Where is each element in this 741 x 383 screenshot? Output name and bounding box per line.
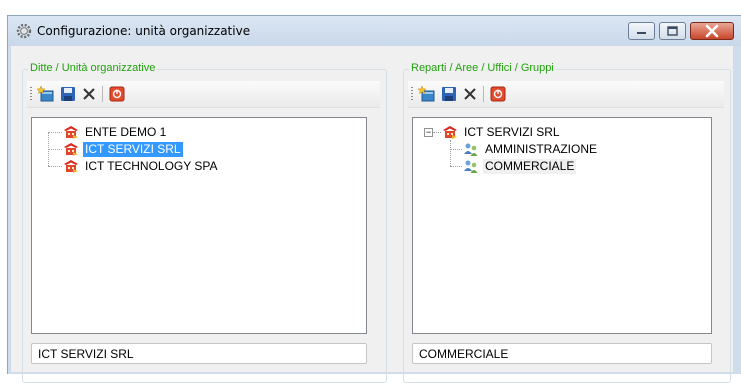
new-icon xyxy=(418,85,435,102)
company-name-field[interactable]: ICT SERVIZI SRL xyxy=(31,343,367,364)
tree-node[interactable]: AMMINISTRAZIONE xyxy=(462,141,599,157)
toolbar-separator xyxy=(483,86,484,102)
new-button[interactable] xyxy=(417,84,437,104)
department-icon xyxy=(464,143,478,156)
tree-node-label: ICT SERVIZI SRL xyxy=(83,141,183,157)
tree-line xyxy=(450,140,451,166)
tree-node-selected[interactable]: ICT SERVIZI SRL xyxy=(62,141,183,157)
stop-icon xyxy=(109,86,125,102)
tree-node-selected[interactable]: COMMERCIALE xyxy=(462,158,577,174)
save-icon xyxy=(61,87,75,101)
tree-node-label: AMMINISTRAZIONE xyxy=(485,141,598,156)
maximize-button[interactable] xyxy=(659,22,686,40)
minimize-icon xyxy=(637,32,646,34)
gear-icon xyxy=(16,23,32,39)
companies-group-label: Ditte / Unità organizzative xyxy=(28,62,158,74)
close-button[interactable] xyxy=(690,22,734,40)
tree-line xyxy=(48,132,62,133)
toolbar-grip[interactable] xyxy=(30,87,32,101)
new-icon xyxy=(37,85,54,102)
departments-toolbar xyxy=(408,81,724,108)
save-button[interactable] xyxy=(58,84,78,104)
delete-icon xyxy=(83,88,95,100)
departments-group-label: Reparti / Aree / Uffici / Gruppi xyxy=(409,62,556,74)
company-icon xyxy=(443,126,457,139)
close-icon xyxy=(705,24,719,38)
departments-tree[interactable]: − ICT SERVIZI SRL AMMINISTRAZIONE COMMER… xyxy=(412,117,712,334)
new-button[interactable] xyxy=(36,84,56,104)
department-icon xyxy=(464,160,478,173)
tree-node-label: ICT SERVIZI SRL xyxy=(464,124,560,139)
toolbar-separator xyxy=(102,86,103,102)
tree-node[interactable]: ENTE DEMO 1 xyxy=(62,124,168,140)
tree-node-label: ENTE DEMO 1 xyxy=(85,124,167,139)
title-bar[interactable]: Configurazione: unità organizzative xyxy=(8,16,741,46)
save-icon xyxy=(442,87,456,101)
company-icon xyxy=(64,126,78,139)
tree-node-label: ICT TECHNOLOGY SPA xyxy=(85,158,218,173)
minimize-button[interactable] xyxy=(628,22,655,40)
companies-tree[interactable]: ENTE DEMO 1 ICT SERVIZI SRL ICT TECHNOLO… xyxy=(31,117,367,334)
tree-node[interactable]: ICT TECHNOLOGY SPA xyxy=(62,158,219,174)
window: Configurazione: unità organizzative Ditt… xyxy=(7,15,741,383)
tree-node-label: COMMERCIALE xyxy=(483,158,577,174)
delete-button[interactable] xyxy=(460,84,480,104)
toolbar-grip[interactable] xyxy=(411,87,413,101)
tree-line xyxy=(450,149,462,150)
tree-line xyxy=(433,132,441,133)
tree-node-root[interactable]: ICT SERVIZI SRL xyxy=(441,124,562,140)
tree-line xyxy=(48,149,62,150)
tree-line xyxy=(450,166,462,167)
stop-button[interactable] xyxy=(107,84,127,104)
company-icon xyxy=(64,143,78,156)
maximize-icon xyxy=(667,26,678,36)
companies-toolbar xyxy=(27,81,380,108)
delete-button[interactable] xyxy=(79,84,99,104)
delete-icon xyxy=(464,88,476,100)
window-title: Configurazione: unità organizzative xyxy=(37,24,251,38)
client-area: Ditte / Unità organizzative ENTE DEMO 1 … xyxy=(11,46,733,383)
stop-button[interactable] xyxy=(488,84,508,104)
save-button[interactable] xyxy=(439,84,459,104)
companies-group: Ditte / Unità organizzative ENTE DEMO 1 … xyxy=(22,62,387,383)
collapse-icon[interactable]: − xyxy=(424,128,433,137)
company-icon xyxy=(64,160,78,173)
stop-icon xyxy=(490,86,506,102)
tree-line xyxy=(48,166,62,167)
departments-group: Reparti / Aree / Uffici / Gruppi − ICT S… xyxy=(403,62,731,383)
department-name-field[interactable]: COMMERCIALE xyxy=(412,343,712,364)
